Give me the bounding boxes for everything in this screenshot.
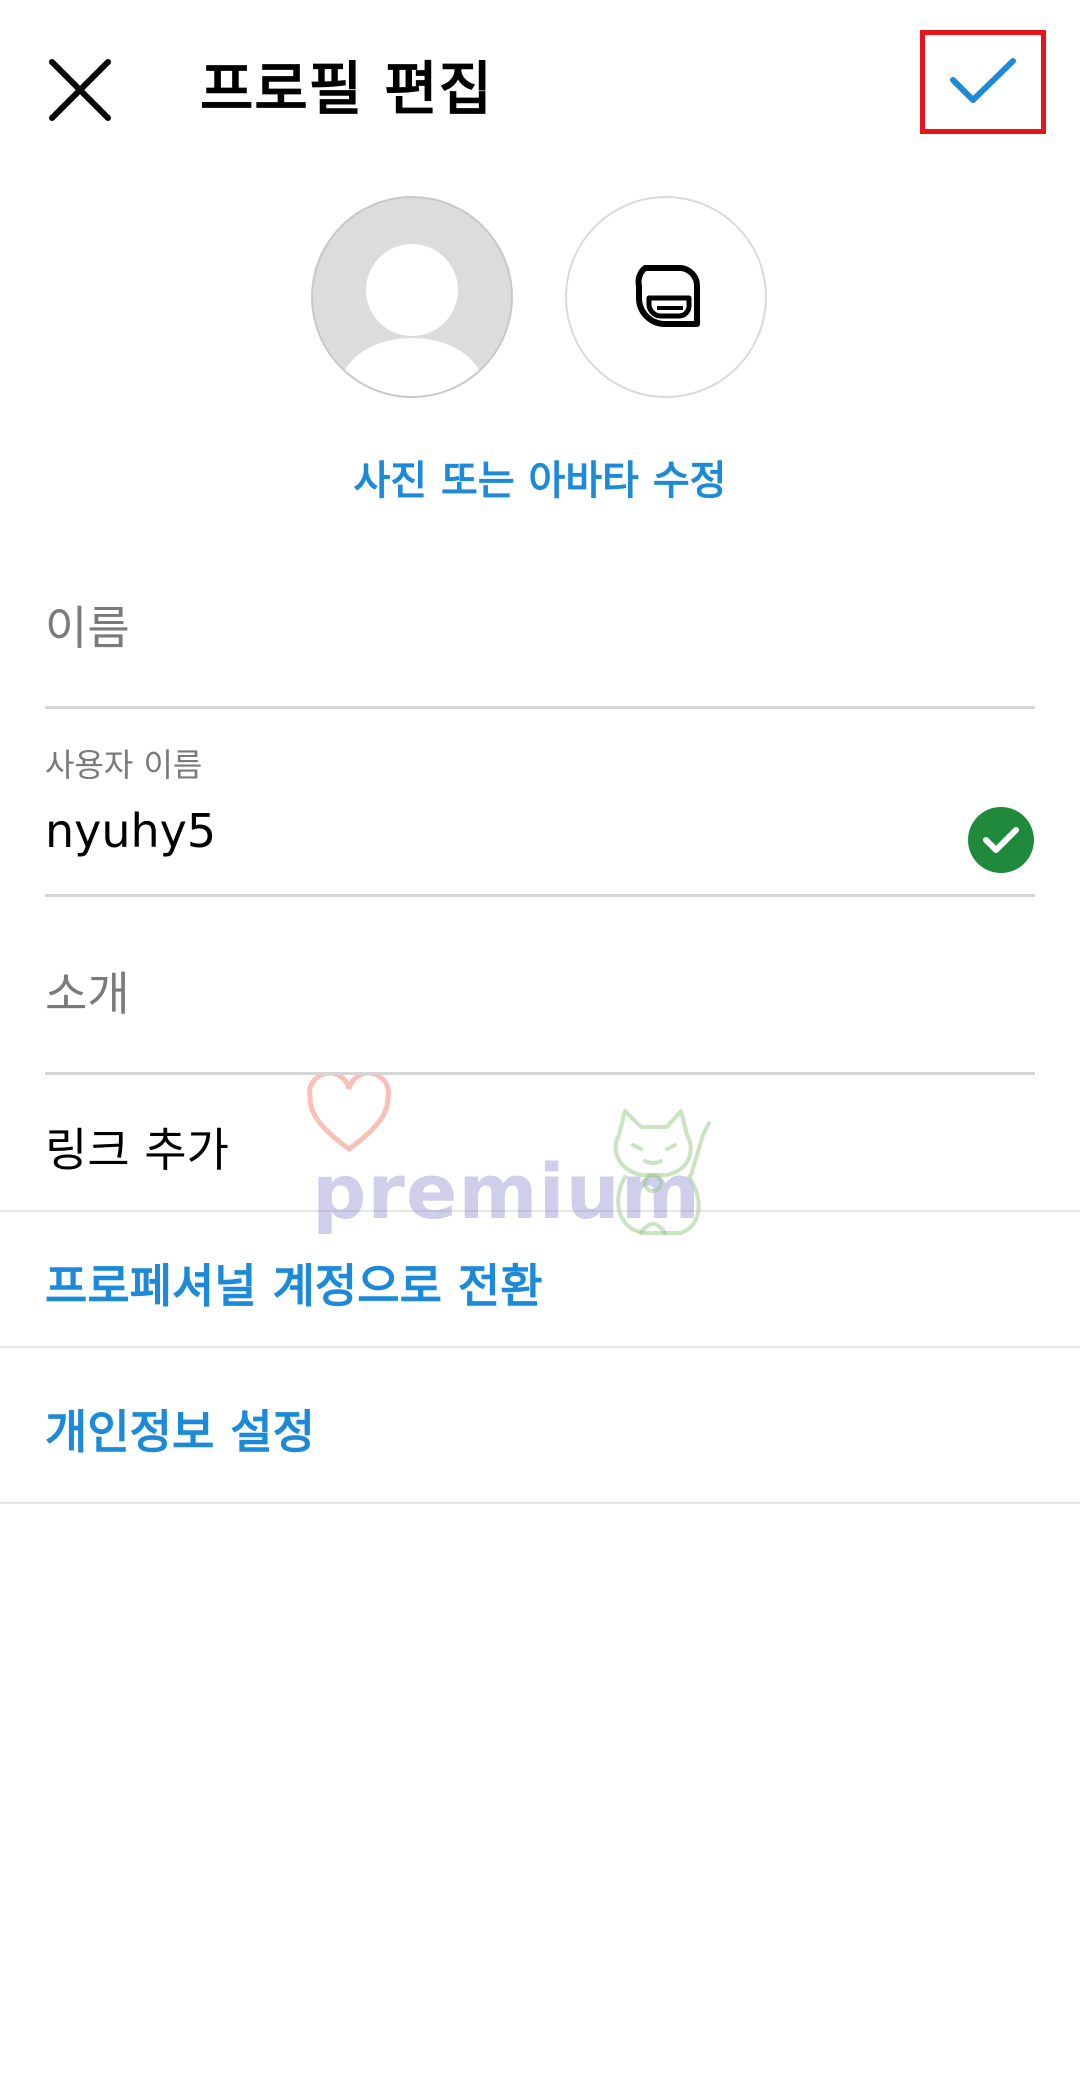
bio-placeholder: 소개 <box>45 967 130 1021</box>
close-button[interactable] <box>40 50 120 130</box>
name-placeholder: 이름 <box>45 601 130 655</box>
close-icon <box>49 59 111 121</box>
edit-profile-screen: 프로필 편집 사진 또는 아바타 수정 이름 사용자 이름 nyuhy5 소개 … <box>0 0 1080 2074</box>
username-value: nyuhy5 <box>45 804 217 858</box>
add-link-item[interactable]: 링크 추가 <box>45 1114 1035 1180</box>
privacy-settings-link[interactable]: 개인정보 설정 <box>45 1396 315 1462</box>
edit-photo-or-avatar-link[interactable]: 사진 또는 아바타 수정 <box>0 448 1080 506</box>
username-label: 사용자 이름 <box>45 746 203 784</box>
switch-professional-account-link[interactable]: 프로페셔널 계정으로 전환 <box>45 1250 543 1316</box>
default-avatar-icon <box>340 244 484 396</box>
divider <box>0 1210 1080 1212</box>
username-valid-badge <box>968 807 1034 873</box>
profile-photo-avatar[interactable] <box>311 196 513 398</box>
done-button[interactable] <box>920 30 1046 134</box>
avatar-face-icon <box>635 265 701 327</box>
avatar-option[interactable] <box>565 196 767 398</box>
username-field[interactable]: 사용자 이름 nyuhy5 <box>45 740 1035 858</box>
divider <box>0 1502 1080 1504</box>
check-icon <box>950 58 1016 103</box>
bio-field[interactable]: 소개 <box>45 958 1035 1024</box>
bio-field-underline <box>45 1072 1035 1075</box>
name-field[interactable]: 이름 <box>45 592 1035 658</box>
check-circle-icon <box>983 827 1019 853</box>
page-title: 프로필 편집 <box>200 55 493 123</box>
name-field-underline <box>45 706 1035 709</box>
username-field-underline <box>45 894 1035 897</box>
divider <box>0 1346 1080 1348</box>
